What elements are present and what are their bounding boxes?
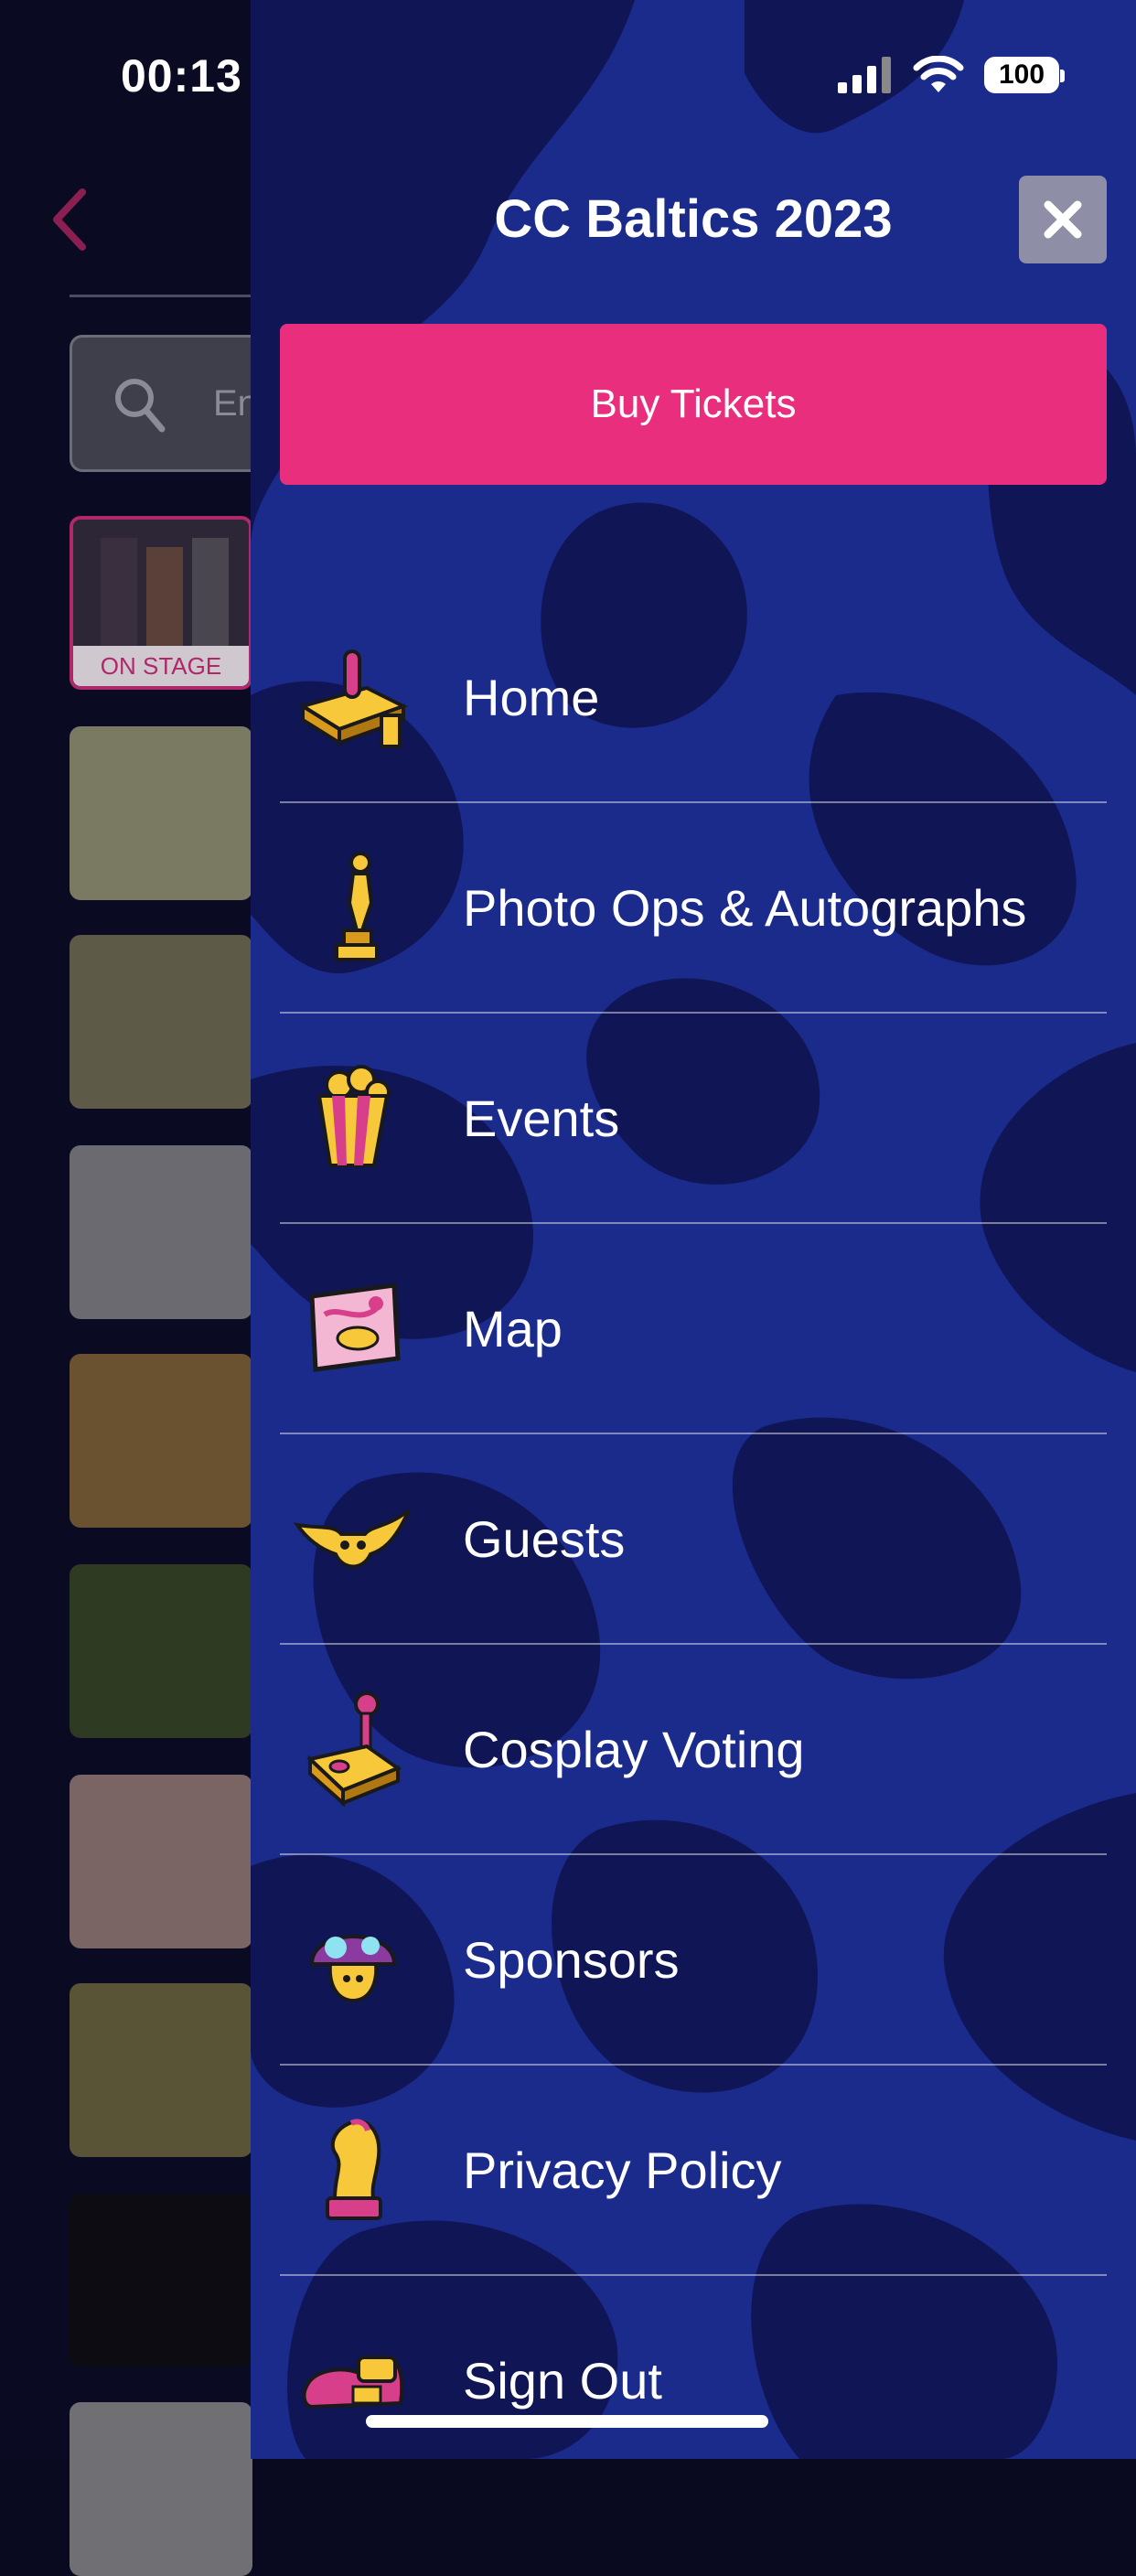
background-divider (70, 295, 252, 297)
menu-item-sign-out[interactable]: Sign Out (280, 2276, 1107, 2459)
trophy-icon (289, 843, 417, 971)
guest-thumbnail[interactable] (70, 1983, 252, 2157)
drawer-title: CC Baltics 2023 (494, 189, 893, 249)
on-stage-badge: ON STAGE (73, 646, 249, 686)
status-icons: 100 (838, 55, 1065, 95)
menu-item-label: Map (463, 1299, 563, 1358)
guest-thumbnail[interactable] (70, 1775, 252, 1948)
popcorn-icon (289, 1054, 417, 1182)
search-icon (115, 379, 166, 433)
side-drawer: 100 CC Baltics 2023 Buy Tickets Home Pho… (251, 0, 1136, 2459)
status-time: 00:13 (121, 50, 242, 102)
menu-item-home[interactable]: Home (280, 593, 1107, 803)
menu-item-privacy-policy[interactable]: Privacy Policy (280, 2066, 1107, 2276)
guest-thumbnail[interactable] (70, 2194, 252, 2367)
alien-icon (289, 1475, 417, 1603)
back-chevron-icon[interactable] (46, 183, 101, 256)
guest-thumbnail[interactable] (70, 1145, 252, 1319)
menu-item-label: Guests (463, 1509, 626, 1568)
guest-thumbnail[interactable] (70, 1564, 252, 1738)
menu-item-label: Sponsors (463, 1930, 680, 1989)
mushroom-icon (289, 1895, 417, 2023)
close-icon (1044, 200, 1082, 239)
buy-tickets-button[interactable]: Buy Tickets (280, 324, 1107, 485)
background-search-input[interactable]: En (70, 335, 271, 472)
drawer-menu: Home Photo Ops & Autographs Events Map G… (280, 593, 1107, 2459)
menu-item-guests[interactable]: Guests (280, 1434, 1107, 1645)
menu-item-label: Home (463, 668, 600, 726)
menu-item-label: Cosplay Voting (463, 1720, 805, 1778)
menu-item-label: Privacy Policy (463, 2141, 782, 2199)
thumbnail-image (73, 520, 249, 657)
guest-thumbnail[interactable] (70, 726, 252, 900)
menu-item-events[interactable]: Events (280, 1014, 1107, 1224)
menu-item-photo-ops[interactable]: Photo Ops & Autographs (280, 803, 1107, 1014)
menu-item-label: Events (463, 1089, 620, 1147)
cellular-signal-icon (838, 57, 891, 93)
joystick-icon (289, 1685, 417, 1813)
menu-item-cosplay-voting[interactable]: Cosplay Voting (280, 1645, 1107, 1855)
guest-thumbnail[interactable] (70, 935, 252, 1109)
battery-indicator: 100 (984, 57, 1065, 93)
menu-item-sponsors[interactable]: Sponsors (280, 1855, 1107, 2066)
home-indicator (366, 2415, 768, 2428)
guest-thumbnail[interactable] (70, 1354, 252, 1528)
menu-item-label: Photo Ops & Autographs (463, 878, 1027, 937)
chess-knight-icon (289, 2106, 417, 2234)
map-icon (289, 1264, 417, 1392)
menu-item-map[interactable]: Map (280, 1224, 1107, 1434)
wifi-icon (913, 56, 964, 92)
close-button[interactable] (1019, 176, 1107, 263)
menu-item-label: Sign Out (463, 2351, 662, 2410)
guest-thumbnail[interactable] (70, 2402, 252, 2576)
joystick-base-icon (289, 633, 417, 761)
guest-thumbnail[interactable]: ON STAGE (70, 516, 252, 690)
